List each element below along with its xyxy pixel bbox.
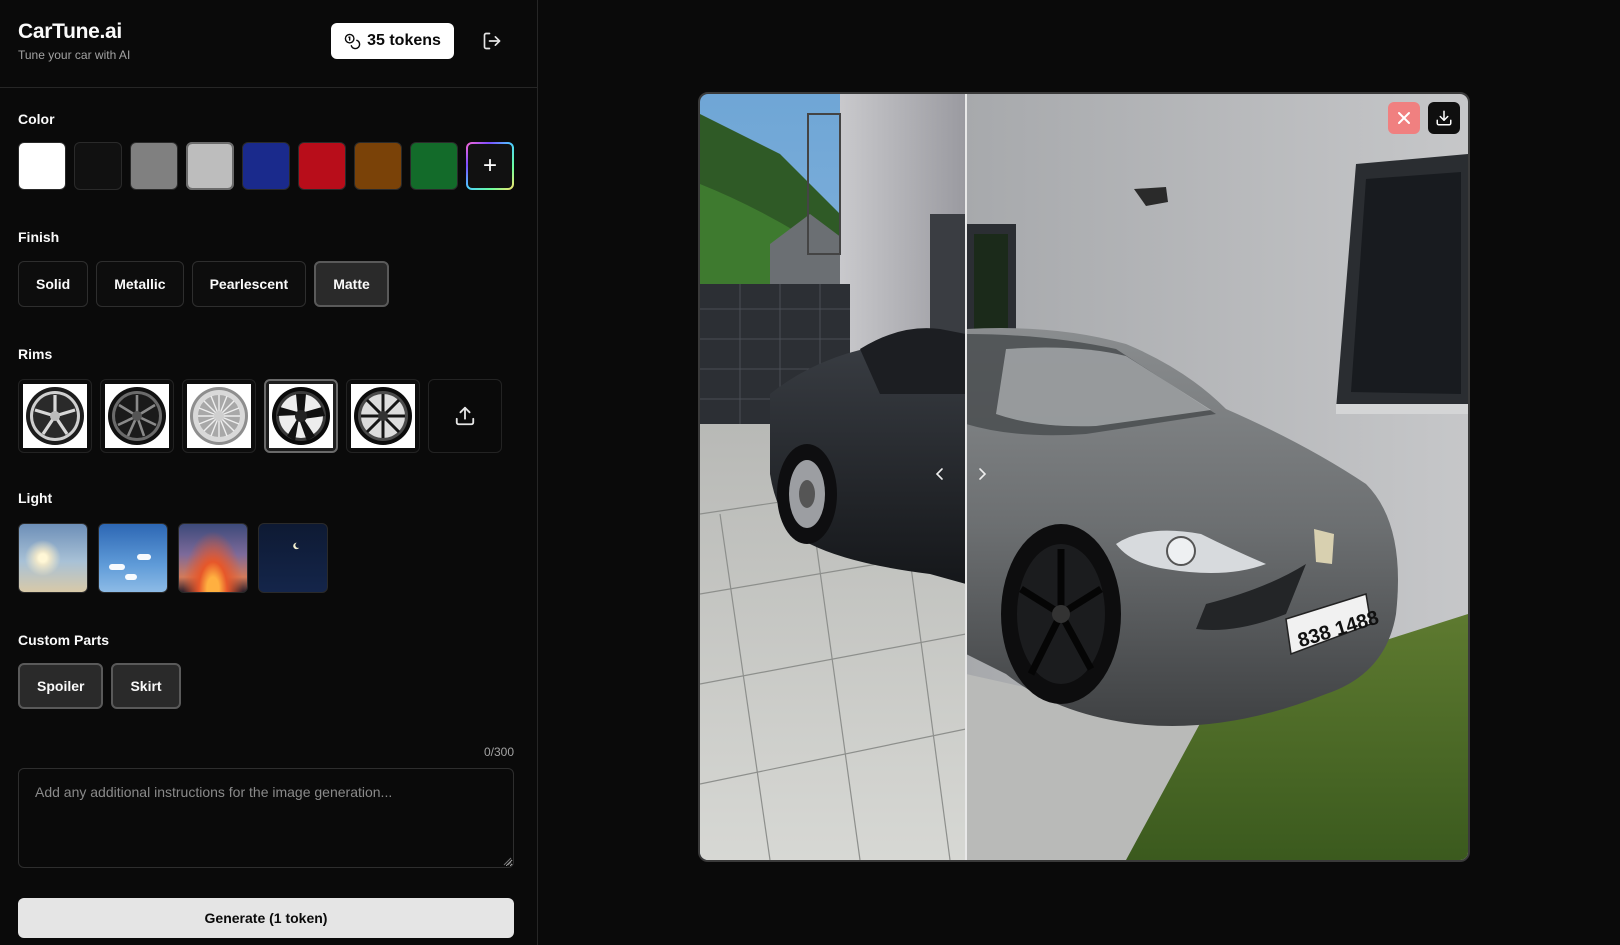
resize-grip-icon[interactable]: [503, 857, 512, 866]
generate-button[interactable]: Generate (1 token): [18, 898, 514, 938]
finish-label: Finish: [18, 229, 60, 245]
rim-option-4[interactable]: [264, 379, 338, 453]
rim-option-5[interactable]: [346, 379, 420, 453]
rim-black-multi-spoke-icon: [354, 387, 412, 445]
color-label: Color: [18, 111, 55, 127]
app-subtitle: Tune your car with AI: [18, 48, 131, 62]
custom-color-button[interactable]: +: [466, 142, 514, 190]
rim-silver-mesh-icon: [190, 387, 248, 445]
sidebar: CarTune.ai Tune your car with AI 35 toke…: [0, 0, 538, 945]
finish-matte[interactable]: Matte: [314, 261, 389, 307]
chevron-left-icon[interactable]: [932, 466, 948, 482]
tokens-badge[interactable]: 35 tokens: [331, 23, 454, 59]
logout-icon: [483, 32, 501, 50]
app-title: CarTune.ai: [18, 20, 122, 43]
chevron-right-icon[interactable]: [974, 466, 990, 482]
upload-icon: [455, 406, 475, 426]
comparison-divider[interactable]: [965, 94, 967, 860]
color-swatch-gray[interactable]: [130, 142, 178, 190]
light-options: [18, 523, 328, 593]
cloud-icon: [109, 564, 125, 570]
close-icon: [1398, 112, 1410, 124]
light-sunset[interactable]: [178, 523, 248, 593]
plus-icon: +: [482, 152, 497, 179]
color-swatches: +: [18, 142, 514, 190]
rims-label: Rims: [18, 346, 53, 362]
finish-solid[interactable]: Solid: [18, 261, 89, 307]
finish-options: Solid Metallic Pearlescent Matte: [18, 261, 389, 307]
rim-option-2[interactable]: [100, 379, 174, 453]
color-swatch-brown[interactable]: [354, 142, 402, 190]
rim-black-five-spoke-icon: [272, 387, 330, 445]
rim-options: [18, 379, 502, 453]
download-button[interactable]: [1428, 102, 1460, 134]
coins-icon: [344, 33, 361, 49]
download-icon: [1436, 110, 1452, 126]
custom-parts-label: Custom Parts: [18, 632, 110, 648]
rim-option-3[interactable]: [182, 379, 256, 453]
light-cloudy[interactable]: [98, 523, 168, 593]
tokens-label: 35 tokens: [367, 32, 441, 49]
logout-button[interactable]: [480, 29, 504, 53]
rim-option-1[interactable]: [18, 379, 92, 453]
color-swatch-green[interactable]: [410, 142, 458, 190]
part-spoiler[interactable]: Spoiler: [18, 663, 104, 709]
part-skirt[interactable]: Skirt: [111, 663, 181, 709]
rim-silver-split-spoke-icon: [26, 387, 84, 445]
color-swatch-silver[interactable]: [186, 142, 234, 190]
custom-part-options: Spoiler Skirt: [18, 663, 181, 709]
color-swatch-red[interactable]: [298, 142, 346, 190]
color-swatch-blue[interactable]: [242, 142, 290, 190]
rim-upload-button[interactable]: [428, 379, 502, 453]
original-image: [700, 94, 966, 860]
moon-icon: [293, 542, 300, 550]
light-night[interactable]: [258, 523, 328, 593]
preview-comparison[interactable]: 838 1488: [698, 92, 1470, 862]
rim-dark-multi-spoke-icon: [108, 387, 166, 445]
close-button[interactable]: [1388, 102, 1420, 134]
char-counter: 0/300: [483, 745, 514, 759]
instructions-textarea[interactable]: [18, 768, 514, 868]
color-swatch-white[interactable]: [18, 142, 66, 190]
light-label: Light: [18, 490, 53, 506]
generated-image: 838 1488: [966, 94, 1468, 860]
light-sunny[interactable]: [18, 523, 88, 593]
sidebar-header: CarTune.ai Tune your car with AI 35 toke…: [0, 0, 537, 88]
finish-pearlescent[interactable]: Pearlescent: [191, 261, 307, 307]
color-swatch-black[interactable]: [74, 142, 122, 190]
finish-metallic[interactable]: Metallic: [96, 261, 184, 307]
